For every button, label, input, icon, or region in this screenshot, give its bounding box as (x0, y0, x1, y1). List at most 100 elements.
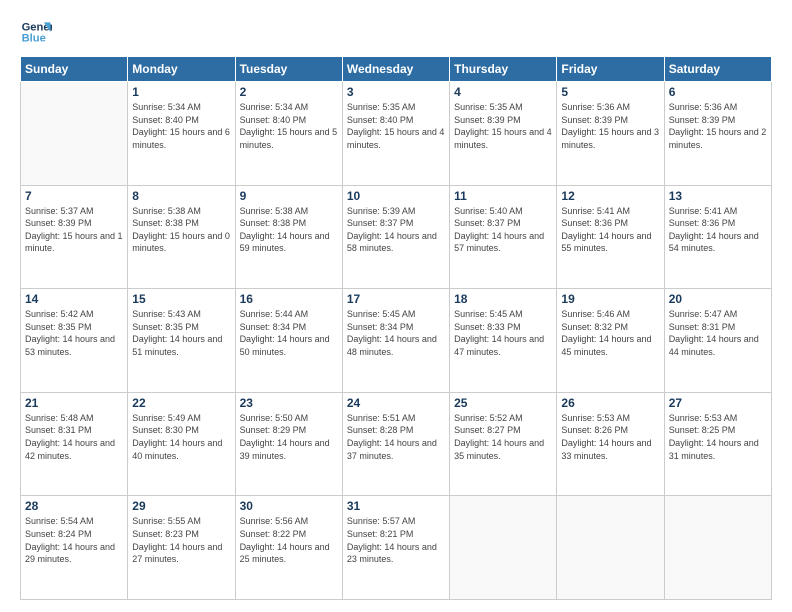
day-number: 30 (240, 499, 338, 513)
calendar-week-row: 28 Sunrise: 5:54 AM Sunset: 8:24 PM Dayli… (21, 496, 772, 600)
day-number: 5 (561, 85, 659, 99)
day-number: 15 (132, 292, 230, 306)
logo-icon: General Blue (20, 16, 52, 48)
calendar-cell: 26 Sunrise: 5:53 AM Sunset: 8:26 PM Dayli… (557, 392, 664, 496)
day-info: Sunrise: 5:41 AM Sunset: 8:36 PM Dayligh… (561, 205, 659, 255)
weekday-header: Thursday (450, 57, 557, 82)
day-info: Sunrise: 5:48 AM Sunset: 8:31 PM Dayligh… (25, 412, 123, 462)
day-info: Sunrise: 5:41 AM Sunset: 8:36 PM Dayligh… (669, 205, 767, 255)
day-number: 1 (132, 85, 230, 99)
day-number: 23 (240, 396, 338, 410)
day-number: 25 (454, 396, 552, 410)
day-number: 21 (25, 396, 123, 410)
day-number: 8 (132, 189, 230, 203)
svg-text:Blue: Blue (22, 33, 46, 45)
weekday-header: Tuesday (235, 57, 342, 82)
day-info: Sunrise: 5:52 AM Sunset: 8:27 PM Dayligh… (454, 412, 552, 462)
day-number: 3 (347, 85, 445, 99)
calendar-cell: 11Sunrise: 5:40 AM Sunset: 8:37 PM Dayli… (450, 185, 557, 289)
day-number: 29 (132, 499, 230, 513)
calendar-cell: 31Sunrise: 5:57 AM Sunset: 8:21 PM Dayli… (342, 496, 449, 600)
day-number: 18 (454, 292, 552, 306)
day-number: 24 (347, 396, 445, 410)
weekday-header: Saturday (664, 57, 771, 82)
weekday-header: Monday (128, 57, 235, 82)
calendar-cell: 3Sunrise: 5:35 AM Sunset: 8:40 PM Daylig… (342, 82, 449, 186)
calendar-week-row: 21 Sunrise: 5:48 AM Sunset: 8:31 PM Dayli… (21, 392, 772, 496)
day-info: Sunrise: 5:43 AM Sunset: 8:35 PM Dayligh… (132, 308, 230, 358)
calendar-cell: 18 Sunrise: 5:45 AM Sunset: 8:33 PM Dayli… (450, 289, 557, 393)
day-info: Sunrise: 5:53 AM Sunset: 8:26 PM Dayligh… (561, 412, 659, 462)
day-number: 22 (132, 396, 230, 410)
day-number: 2 (240, 85, 338, 99)
calendar-cell: 22Sunrise: 5:49 AM Sunset: 8:30 PM Dayli… (128, 392, 235, 496)
logo: General Blue (20, 16, 52, 48)
calendar-cell: 23 Sunrise: 5:50 AM Sunset: 8:29 PM Dayli… (235, 392, 342, 496)
day-info: Sunrise: 5:50 AM Sunset: 8:29 PM Dayligh… (240, 412, 338, 462)
calendar-cell: 25 Sunrise: 5:52 AM Sunset: 8:27 PM Dayli… (450, 392, 557, 496)
day-number: 10 (347, 189, 445, 203)
calendar-cell: 15 Sunrise: 5:43 AM Sunset: 8:35 PM Dayli… (128, 289, 235, 393)
day-info: Sunrise: 5:45 AM Sunset: 8:33 PM Dayligh… (454, 308, 552, 358)
calendar-table: SundayMondayTuesdayWednesdayThursdayFrid… (20, 56, 772, 600)
day-number: 19 (561, 292, 659, 306)
calendar-cell: 1 Sunrise: 5:34 AM Sunset: 8:40 PM Daylig… (128, 82, 235, 186)
weekday-header: Wednesday (342, 57, 449, 82)
day-number: 13 (669, 189, 767, 203)
calendar-cell (557, 496, 664, 600)
day-info: Sunrise: 5:39 AM Sunset: 8:37 PM Dayligh… (347, 205, 445, 255)
day-info: Sunrise: 5:56 AM Sunset: 8:22 PM Dayligh… (240, 515, 338, 565)
day-number: 27 (669, 396, 767, 410)
calendar-cell: 16 Sunrise: 5:44 AM Sunset: 8:34 PM Dayli… (235, 289, 342, 393)
day-info: Sunrise: 5:34 AM Sunset: 8:40 PM Dayligh… (132, 101, 230, 151)
day-info: Sunrise: 5:46 AM Sunset: 8:32 PM Dayligh… (561, 308, 659, 358)
calendar-week-row: 1 Sunrise: 5:34 AM Sunset: 8:40 PM Daylig… (21, 82, 772, 186)
calendar-week-row: 7 Sunrise: 5:37 AM Sunset: 8:39 PM Daylig… (21, 185, 772, 289)
day-info: Sunrise: 5:44 AM Sunset: 8:34 PM Dayligh… (240, 308, 338, 358)
day-info: Sunrise: 5:42 AM Sunset: 8:35 PM Dayligh… (25, 308, 123, 358)
calendar-cell: 4Sunrise: 5:35 AM Sunset: 8:39 PM Daylig… (450, 82, 557, 186)
day-info: Sunrise: 5:34 AM Sunset: 8:40 PM Dayligh… (240, 101, 338, 151)
calendar-header-row: SundayMondayTuesdayWednesdayThursdayFrid… (21, 57, 772, 82)
day-info: Sunrise: 5:51 AM Sunset: 8:28 PM Dayligh… (347, 412, 445, 462)
calendar-cell: 28 Sunrise: 5:54 AM Sunset: 8:24 PM Dayli… (21, 496, 128, 600)
page-header: General Blue (20, 16, 772, 48)
day-number: 26 (561, 396, 659, 410)
day-number: 17 (347, 292, 445, 306)
day-number: 7 (25, 189, 123, 203)
calendar-cell: 21 Sunrise: 5:48 AM Sunset: 8:31 PM Dayli… (21, 392, 128, 496)
day-info: Sunrise: 5:37 AM Sunset: 8:39 PM Dayligh… (25, 205, 123, 255)
day-number: 28 (25, 499, 123, 513)
calendar-cell: 27Sunrise: 5:53 AM Sunset: 8:25 PM Dayli… (664, 392, 771, 496)
calendar-cell: 17Sunrise: 5:45 AM Sunset: 8:34 PM Dayli… (342, 289, 449, 393)
calendar-week-row: 14 Sunrise: 5:42 AM Sunset: 8:35 PM Dayli… (21, 289, 772, 393)
calendar-cell (450, 496, 557, 600)
calendar-cell: 2 Sunrise: 5:34 AM Sunset: 8:40 PM Daylig… (235, 82, 342, 186)
day-number: 6 (669, 85, 767, 99)
weekday-header: Sunday (21, 57, 128, 82)
day-number: 9 (240, 189, 338, 203)
day-info: Sunrise: 5:55 AM Sunset: 8:23 PM Dayligh… (132, 515, 230, 565)
calendar-cell: 14 Sunrise: 5:42 AM Sunset: 8:35 PM Dayli… (21, 289, 128, 393)
calendar-cell: 10 Sunrise: 5:39 AM Sunset: 8:37 PM Dayli… (342, 185, 449, 289)
day-number: 14 (25, 292, 123, 306)
day-number: 31 (347, 499, 445, 513)
day-number: 12 (561, 189, 659, 203)
calendar-cell: 19 Sunrise: 5:46 AM Sunset: 8:32 PM Dayli… (557, 289, 664, 393)
calendar-cell: 20Sunrise: 5:47 AM Sunset: 8:31 PM Dayli… (664, 289, 771, 393)
calendar-cell: 6Sunrise: 5:36 AM Sunset: 8:39 PM Daylig… (664, 82, 771, 186)
calendar-cell: 7 Sunrise: 5:37 AM Sunset: 8:39 PM Daylig… (21, 185, 128, 289)
calendar-cell: 24 Sunrise: 5:51 AM Sunset: 8:28 PM Dayli… (342, 392, 449, 496)
calendar-cell: 29 Sunrise: 5:55 AM Sunset: 8:23 PM Dayli… (128, 496, 235, 600)
day-info: Sunrise: 5:35 AM Sunset: 8:39 PM Dayligh… (454, 101, 552, 151)
calendar-cell (664, 496, 771, 600)
day-info: Sunrise: 5:40 AM Sunset: 8:37 PM Dayligh… (454, 205, 552, 255)
day-number: 16 (240, 292, 338, 306)
weekday-header: Friday (557, 57, 664, 82)
day-info: Sunrise: 5:38 AM Sunset: 8:38 PM Dayligh… (240, 205, 338, 255)
calendar-cell: 12 Sunrise: 5:41 AM Sunset: 8:36 PM Dayli… (557, 185, 664, 289)
day-info: Sunrise: 5:36 AM Sunset: 8:39 PM Dayligh… (561, 101, 659, 151)
day-info: Sunrise: 5:38 AM Sunset: 8:38 PM Dayligh… (132, 205, 230, 255)
day-info: Sunrise: 5:54 AM Sunset: 8:24 PM Dayligh… (25, 515, 123, 565)
calendar-cell: 9 Sunrise: 5:38 AM Sunset: 8:38 PM Daylig… (235, 185, 342, 289)
